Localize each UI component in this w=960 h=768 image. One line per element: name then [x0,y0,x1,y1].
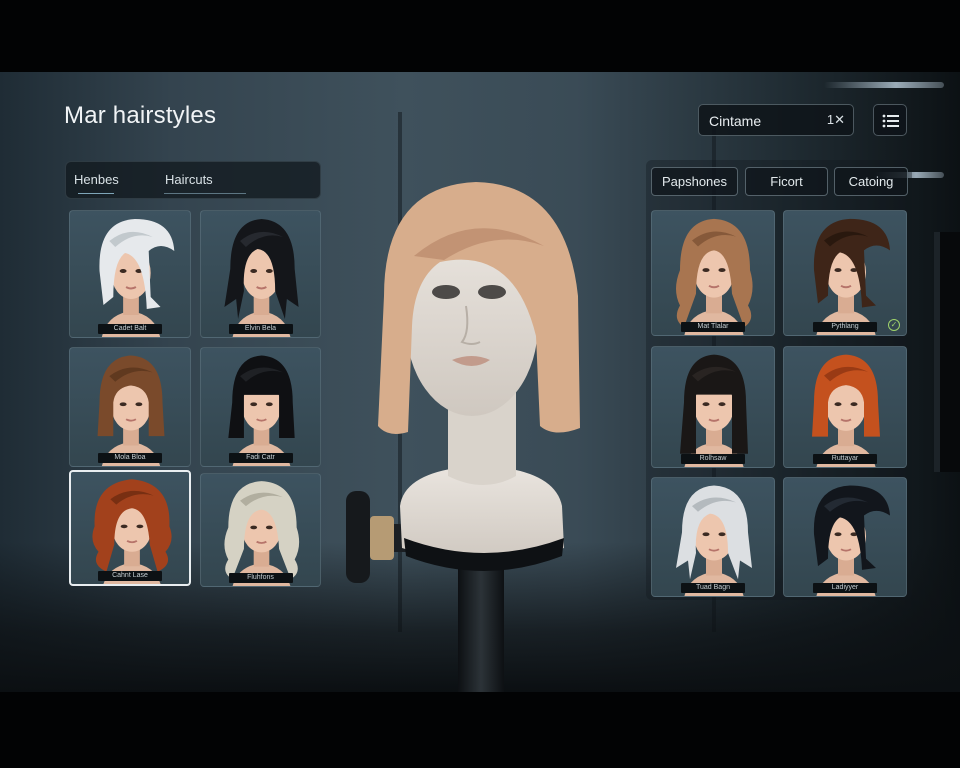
hairstyle-avatar [813,218,890,335]
hairstyle-avatar [224,219,299,337]
filter-chip-papshones[interactable]: Papshones [651,167,738,196]
hairstyle-card-label: Tuad Bagn [681,583,745,593]
hairstyle-card-label: Mat Tlalar [681,322,745,332]
filter-chip-catoing[interactable]: Catoing [834,167,908,196]
filter-chip-ficort[interactable]: Ficort [745,167,828,196]
letterbox-top [0,0,960,72]
page-title: Mar hairstyles [64,102,217,129]
list-menu-button[interactable] [873,104,907,136]
category-tabbar: Henbes Haircuts [65,161,321,199]
hairstyle-avatar [812,354,880,467]
hairstyle-avatar [97,355,165,466]
hairstyle-card[interactable]: Ruttayar [783,346,907,468]
hairstyle-card[interactable]: Pythlang ✓ [783,210,907,336]
hairstyle-card-label: Cahnt Lase [98,571,162,581]
hairstyle-avatar [92,479,172,584]
active-tab-indicator [78,193,114,194]
clear-search-button[interactable]: 1✕ [827,112,845,128]
hairstyle-card[interactable]: Mola Bloa [69,347,191,467]
tab-henbes[interactable]: Henbes [74,172,119,187]
tab-haircuts[interactable]: Haircuts [165,172,213,187]
list-icon [882,114,899,128]
stand-clamp [370,516,394,560]
search-field[interactable]: Cintame 1✕ [698,104,854,136]
hairstyle-avatar [680,354,748,467]
hairstyle-card-label: Pythlang [813,322,877,332]
hairstyle-avatar [676,218,753,335]
hairstyle-card-label: Elvin Bela [228,324,293,334]
hairstyle-card[interactable]: Elvin Bela [200,210,321,338]
hairstyle-card[interactable]: Ladiyyer [783,477,907,597]
hairstyle-card-label: Ruttayar [813,454,877,464]
hairstyle-card-label: Mola Bloa [98,453,162,463]
hairstyle-card[interactable]: Tuad Bagn [651,477,775,597]
hairstyle-card-label: Fluhfons [228,573,293,583]
stand-pole [458,556,504,692]
hairstyle-avatar [99,219,175,337]
letterbox-bottom [0,692,960,768]
ceiling-light [824,82,944,88]
check-badge-icon: ✓ [888,319,900,331]
hairstyle-card-label: Cadet Balt [98,324,162,334]
hairstyle-card-label: Ladiyyer [813,583,877,593]
hairstyle-avatar [228,355,295,466]
hairstyle-avatar [224,481,300,586]
hairstyle-card[interactable]: Cahnt Lase [69,470,191,586]
hairstyle-card[interactable]: Mat Tlalar [651,210,775,336]
tab-underline [164,193,246,194]
hairstyle-card[interactable]: Fluhfons [200,473,321,587]
mannequin-preview [346,182,580,692]
hairstyle-avatar [676,485,752,596]
stand-knob [346,491,370,583]
hairstyle-avatar [813,485,890,596]
hairstyle-card-label: Fadi Catr [228,453,293,463]
doorway [934,232,960,472]
hairstyle-card[interactable]: Rolhsaw [651,346,775,468]
search-value[interactable]: Cintame [709,113,761,129]
hairstyle-card[interactable]: Cadet Balt [69,210,191,338]
hairstyle-card-label: Rolhsaw [681,454,745,464]
hairstyle-card[interactable]: Fadi Catr [200,347,321,467]
